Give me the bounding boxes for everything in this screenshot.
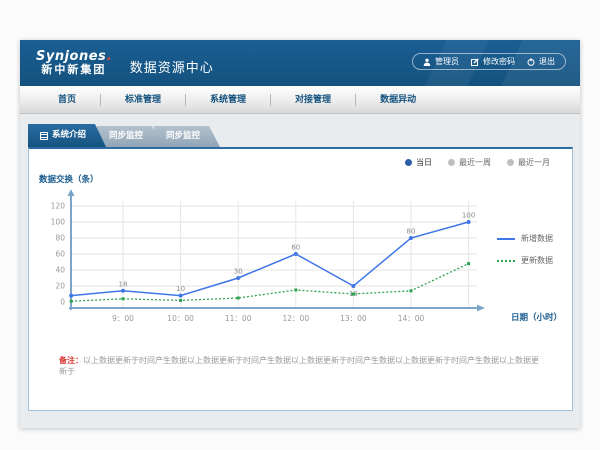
tab-label: 同步监控 [166, 126, 200, 147]
user-button-label: 管理员 [435, 56, 459, 67]
svg-text:13：00: 13：00 [340, 314, 367, 323]
svg-text:10: 10 [176, 285, 185, 293]
tab-bar: 系统介绍 同步监控 同步监控 [28, 124, 220, 147]
svg-text:0: 0 [60, 298, 65, 307]
tab-label: 系统介绍 [52, 124, 86, 147]
tab-sync-monitor-1[interactable]: 同步监控 [97, 126, 163, 147]
svg-text:9：00: 9：00 [112, 314, 134, 323]
y-axis-title: 数据交换（条） [39, 173, 99, 185]
edit-icon [471, 58, 479, 66]
radio-icon [405, 159, 412, 166]
svg-text:120: 120 [51, 202, 66, 211]
legend-item-updated-data[interactable]: 更新数据 [497, 255, 553, 266]
dotted-line-icon [497, 260, 515, 262]
svg-text:11：00: 11：00 [225, 314, 252, 323]
svg-text:100: 100 [462, 212, 475, 220]
chart-legend: 新增数据 更新数据 [497, 233, 553, 266]
svg-text:20: 20 [55, 282, 65, 291]
filter-today[interactable]: 当日 [405, 157, 432, 168]
page: Synjones. 新中新集团 数据资源中心 管理员 修改密码 [0, 0, 600, 450]
radio-icon [448, 159, 455, 166]
power-icon [527, 58, 535, 66]
logout-button[interactable]: 退出 [527, 56, 555, 67]
filter-last-month[interactable]: 最近一月 [507, 157, 550, 168]
radio-icon [507, 159, 514, 166]
brand-accent-dot: . [106, 49, 111, 64]
brand-name: Synjones. [36, 50, 112, 64]
filter-label: 最近一周 [459, 157, 491, 168]
solid-line-icon [497, 238, 515, 240]
svg-text:80: 80 [407, 228, 416, 236]
x-axis-title: 日期（小时） [511, 311, 562, 323]
nav-item-interface-mgmt[interactable]: 对接管理 [271, 86, 355, 114]
svg-text:60: 60 [291, 244, 300, 252]
filter-last-week[interactable]: 最近一周 [448, 157, 491, 168]
user-button[interactable]: 管理员 [423, 56, 459, 67]
tab-system-intro[interactable]: 系统介绍 [28, 124, 106, 147]
chart-panel: 当日 最近一周 最近一月 数据交换（条） 0 20 40 60 80 100 120 9：00… [28, 147, 573, 411]
tab-sync-monitor-2[interactable]: 同步监控 [154, 126, 220, 147]
svg-text:14：00: 14：00 [398, 314, 425, 323]
document-icon [40, 132, 48, 140]
app-title: 数据资源中心 [130, 57, 214, 76]
nav-item-system-mgmt[interactable]: 系统管理 [186, 86, 270, 114]
svg-text:10：00: 10：00 [167, 314, 194, 323]
filter-label: 最近一月 [518, 157, 550, 168]
line-chart: 0 20 40 60 80 100 120 9：00 10：00 11：00 12：00 13：00 1… [29, 187, 572, 332]
header-actions: 管理员 修改密码 退出 [412, 53, 566, 70]
nav-item-standard-mgmt[interactable]: 标准管理 [101, 86, 185, 114]
nav-item-home[interactable]: 首页 [34, 86, 100, 114]
app-window: Synjones. 新中新集团 数据资源中心 管理员 修改密码 [20, 40, 580, 428]
svg-text:60: 60 [55, 250, 65, 259]
svg-text:12：00: 12：00 [283, 314, 310, 323]
legend-label: 新增数据 [521, 233, 553, 244]
logout-label: 退出 [539, 56, 555, 67]
footnote-text: 以上数据更新于时间产生数据以上数据更新于时间产生数据以上数据更新于时间产生数据以… [59, 356, 539, 376]
tab-label: 同步监控 [109, 126, 143, 147]
svg-text:40: 40 [55, 266, 65, 275]
period-filters: 当日 最近一周 最近一月 [405, 157, 550, 168]
content-area: 系统介绍 同步监控 同步监控 当日 最近一周 [20, 114, 580, 428]
app-header: Synjones. 新中新集团 数据资源中心 管理员 修改密码 [20, 40, 580, 86]
brand-logo[interactable]: Synjones. 新中新集团 [36, 50, 112, 75]
filter-label: 当日 [416, 157, 432, 168]
footnote-prefix: 备注： [59, 356, 83, 365]
change-password-label: 修改密码 [483, 56, 515, 67]
main-nav: 首页 标准管理 系统管理 对接管理 数据异动 [20, 86, 580, 114]
nav-item-data-change[interactable]: 数据异动 [356, 86, 440, 114]
user-icon [423, 58, 431, 66]
svg-text:18: 18 [119, 280, 128, 288]
legend-item-new-data[interactable]: 新增数据 [497, 233, 553, 244]
legend-label: 更新数据 [521, 255, 553, 266]
brand-name-cn: 新中新集团 [36, 64, 112, 76]
svg-text:30: 30 [234, 268, 243, 276]
svg-text:100: 100 [51, 218, 66, 227]
footnote: 备注：以上数据更新于时间产生数据以上数据更新于时间产生数据以上数据更新于时间产生… [59, 355, 546, 377]
change-password-button[interactable]: 修改密码 [471, 56, 515, 67]
svg-text:80: 80 [55, 234, 65, 243]
